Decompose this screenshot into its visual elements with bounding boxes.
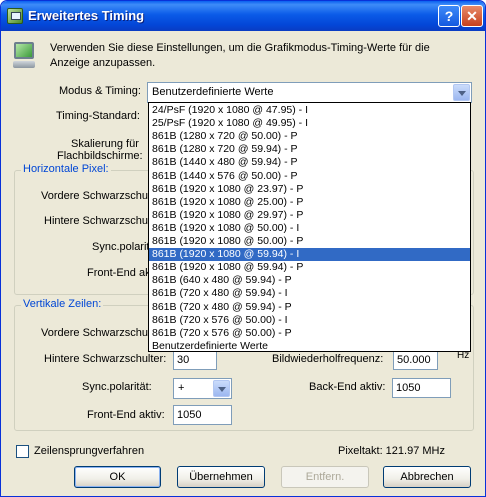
mode-timing-value: Benutzerdefinierte Werte xyxy=(152,86,274,98)
v-front-end-input[interactable]: 1050 xyxy=(173,405,232,425)
horizontal-pixels-title: Horizontale Pixel: xyxy=(21,163,111,175)
chevron-down-icon[interactable] xyxy=(453,84,470,101)
dropdown-option[interactable]: 861B (1920 x 1080 @ 50.00) - P xyxy=(149,235,470,248)
dropdown-option[interactable]: 861B (720 x 480 @ 59.94) - I xyxy=(149,287,470,300)
v-sync-polarity-value: + xyxy=(178,382,185,394)
window-title: Erweitertes Timing xyxy=(28,8,145,23)
vertical-lines-title: Vertikale Zeilen: xyxy=(21,298,104,310)
v-back-porch-value: 30 xyxy=(177,354,190,366)
dropdown-option[interactable]: 861B (1440 x 576 @ 50.00) - P xyxy=(149,170,470,183)
v-sync-polarity-select[interactable]: + xyxy=(173,378,232,399)
v-front-porch-label: Vordere Schwarzschul xyxy=(41,327,151,339)
intro-text: Verwenden Sie diese Einstellungen, um di… xyxy=(50,42,430,69)
remove-button: Entfern. xyxy=(281,466,369,488)
h-sync-polarity-label: Sync.polarit xyxy=(92,241,150,253)
dropdown-option[interactable]: 25/PsF (1920 x 1080 @ 49.95) - I xyxy=(149,117,470,130)
monitor-icon xyxy=(10,39,42,71)
help-button[interactable]: ? xyxy=(438,5,460,27)
dropdown-option[interactable]: 861B (1920 x 1080 @ 59.94) - P xyxy=(149,261,470,274)
scaling-label: Skalierung für xyxy=(71,138,139,150)
dropdown-option[interactable]: 861B (1920 x 1080 @ 50.00) - I xyxy=(149,222,470,235)
refresh-rate-value: 50.000 xyxy=(397,354,431,366)
back-end-label: Back-End aktiv: xyxy=(309,381,386,393)
dropdown-option[interactable]: 861B (720 x 576 @ 50.00) - P xyxy=(149,327,470,340)
v-sync-polarity-label: Sync.polarität: xyxy=(82,381,152,393)
dropdown-option[interactable]: 861B (1920 x 1080 @ 29.97) - P xyxy=(149,209,470,222)
advanced-timing-dialog: Erweitertes Timing ? ✕ Verwenden Sie die… xyxy=(0,0,486,497)
h-front-end-label: Front-End akt xyxy=(87,267,154,279)
h-back-porch-label: Hintere Schwarzschul xyxy=(44,215,151,227)
dropdown-option[interactable]: 861B (640 x 480 @ 59.94) - P xyxy=(149,274,470,287)
dropdown-option[interactable]: 861B (1280 x 720 @ 50.00) - P xyxy=(149,130,470,143)
v-front-end-label: Front-End aktiv: xyxy=(87,409,165,421)
dropdown-option[interactable]: 861B (1280 x 720 @ 59.94) - P xyxy=(149,143,470,156)
apply-button[interactable]: Übernehmen xyxy=(177,466,265,488)
interlace-checkbox[interactable] xyxy=(16,445,29,458)
dropdown-option[interactable]: 861B (720 x 480 @ 59.94) - P xyxy=(149,301,470,314)
timing-standard-label: Timing-Standard: xyxy=(56,110,140,122)
interlace-label: Zeilensprungverfahren xyxy=(34,445,145,457)
dropdown-option[interactable]: 861B (1440 x 480 @ 59.94) - P xyxy=(149,156,470,169)
chevron-down-icon[interactable] xyxy=(213,380,230,397)
back-end-value: 1050 xyxy=(396,382,421,394)
title-bar[interactable]: Erweitertes Timing ? ✕ xyxy=(1,1,485,31)
dropdown-option[interactable]: 24/PsF (1920 x 1080 @ 47.95) - I xyxy=(149,104,470,117)
refresh-rate-input[interactable]: 50.000 xyxy=(393,350,438,370)
dropdown-option[interactable]: 861B (1920 x 1080 @ 23.97) - P xyxy=(149,183,470,196)
scaling-label-line2: Flachbildschirme: xyxy=(57,150,143,162)
mode-timing-label: Modus & Timing: xyxy=(59,85,141,97)
v-back-porch-label: Hintere Schwarzschulter: xyxy=(44,353,167,365)
mode-timing-select[interactable]: Benutzerdefinierte Werte xyxy=(147,82,472,103)
pixel-clock-readout: Pixeltakt: 121.97 MHz xyxy=(338,445,445,457)
mode-timing-dropdown-list[interactable]: 24/PsF (1920 x 1080 @ 47.95) - I 25/PsF (… xyxy=(148,102,471,352)
refresh-rate-label: Bildwiederholfrequenz: xyxy=(272,353,384,365)
dropdown-option[interactable]: 861B (1920 x 1080 @ 59.94) - I xyxy=(149,248,470,262)
back-end-input[interactable]: 1050 xyxy=(392,378,451,398)
v-back-porch-input[interactable]: 30 xyxy=(173,350,217,370)
dropdown-option[interactable]: 861B (720 x 576 @ 50.00) - I xyxy=(149,314,470,327)
cancel-button[interactable]: Abbrechen xyxy=(383,466,471,488)
display-settings-icon xyxy=(7,8,23,24)
dropdown-option[interactable]: Benutzerdefinierte Werte xyxy=(149,340,470,353)
dropdown-option[interactable]: 861B (1920 x 1080 @ 25.00) - P xyxy=(149,196,470,209)
close-button[interactable]: ✕ xyxy=(461,5,483,27)
v-front-end-value: 1050 xyxy=(177,409,202,421)
h-front-porch-label: Vordere Schwarzschul xyxy=(41,190,151,202)
ok-button[interactable]: OK xyxy=(74,466,161,488)
